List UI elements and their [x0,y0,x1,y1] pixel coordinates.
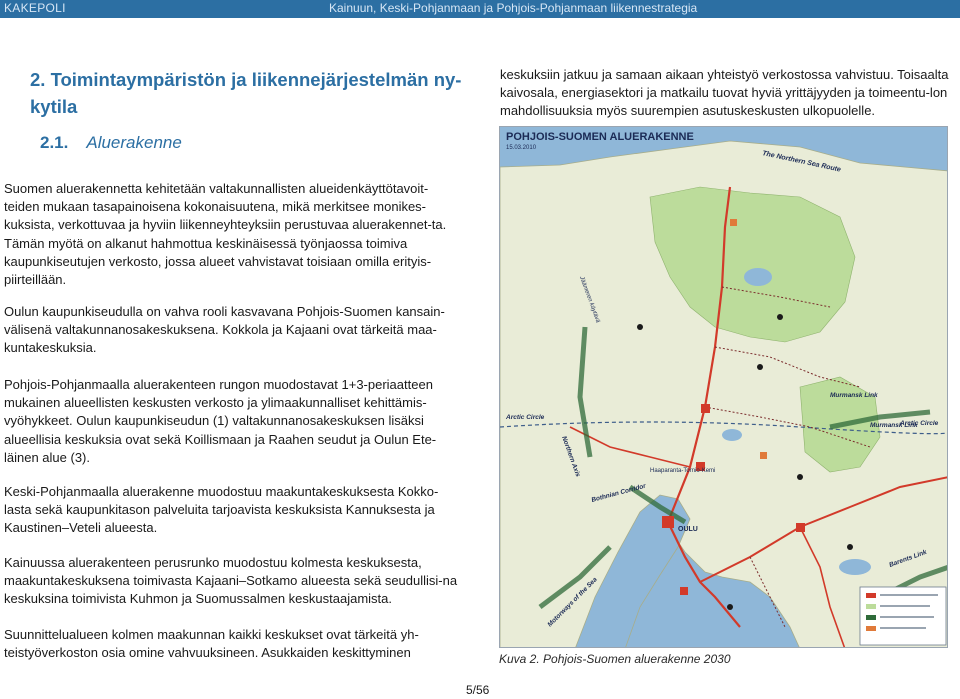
lake-1 [744,268,772,286]
paragraph-1: Suomen aluerakennetta kehitetään valtaku… [4,181,447,288]
city-rovaniemi-marker [701,404,710,413]
header-right-title: Kainuun, Keski-Pohjanmaan ja Pohjois-Poh… [329,1,698,15]
map-graphic: The Northern Sea Route Jäämeren käytävä … [500,127,947,647]
header-bar: KAKEPOLI Kainuun, Keski-Pohjanmaan ja Po… [0,0,960,18]
city-ivalo-marker [730,219,737,226]
subsection-heading: 2.1. Aluerakenne [40,133,182,153]
city-kuusamo-marker [760,452,767,459]
subsection-number: 2.1. [40,133,69,152]
map-title: POHJOIS-SUOMEN ALUERAKENNE [506,131,694,143]
label-arctic-circle-e: Arctic Circle [899,420,939,427]
center-dot [637,324,643,330]
right-column-paragraph: keskuksiin jatkuu ja samaan aikaan yhtei… [500,67,949,119]
figure-caption: Kuva 2. Pohjois-Suomen aluerakenne 2030 [499,652,731,666]
header-left-title: KAKEPOLI [4,1,66,15]
paragraph-6: Suunnittelualueen kolmen maakunnan kaikk… [4,627,419,661]
lake-2 [722,429,742,441]
legend-swatch-green [866,604,876,609]
legend-line [880,605,930,607]
subsection-title: Aluerakenne [86,133,182,152]
legend-swatch-road [866,593,876,598]
lake-3 [839,559,871,575]
city-oulu-marker [662,516,674,528]
region-structure-map: The Northern Sea Route Jäämeren käytävä … [499,126,948,648]
city-kajaani-marker [796,523,805,532]
label-murmansk-link-1: Murmansk Link [830,392,878,399]
center-dot [727,604,733,610]
city-kokkola-marker [680,587,688,595]
legend-swatch-center [866,626,876,631]
paragraph-5: Kainuussa aluerakenteen perusrunko muodo… [4,555,458,607]
page-number: 5/56 [466,683,490,697]
legend-line [880,616,934,618]
label-haparanda: Haaparanta-Tornio-Kemi [650,468,715,474]
legend-line [880,627,926,629]
center-dot [797,474,803,480]
map-date: 15.03.2010 [506,145,537,151]
center-dot [777,314,783,320]
label-arctic-circle-w: Arctic Circle [505,414,545,421]
paragraph-4: Keski-Pohjanmaalla aluerakenne muodostuu… [4,484,439,536]
center-dot [757,364,763,370]
paragraph-2: Oulun kaupunkiseudulla on vahva rooli ka… [4,304,445,356]
paragraph-3: Pohjois-Pohjanmaalla aluerakenteen rungo… [4,377,437,465]
center-dot [847,544,853,550]
section-heading: 2. Toimintaympäristön ja liikennejärjest… [30,69,462,117]
legend-line [880,594,938,596]
label-oulu: OULU [678,526,698,533]
legend-swatch-corridor [866,615,876,620]
